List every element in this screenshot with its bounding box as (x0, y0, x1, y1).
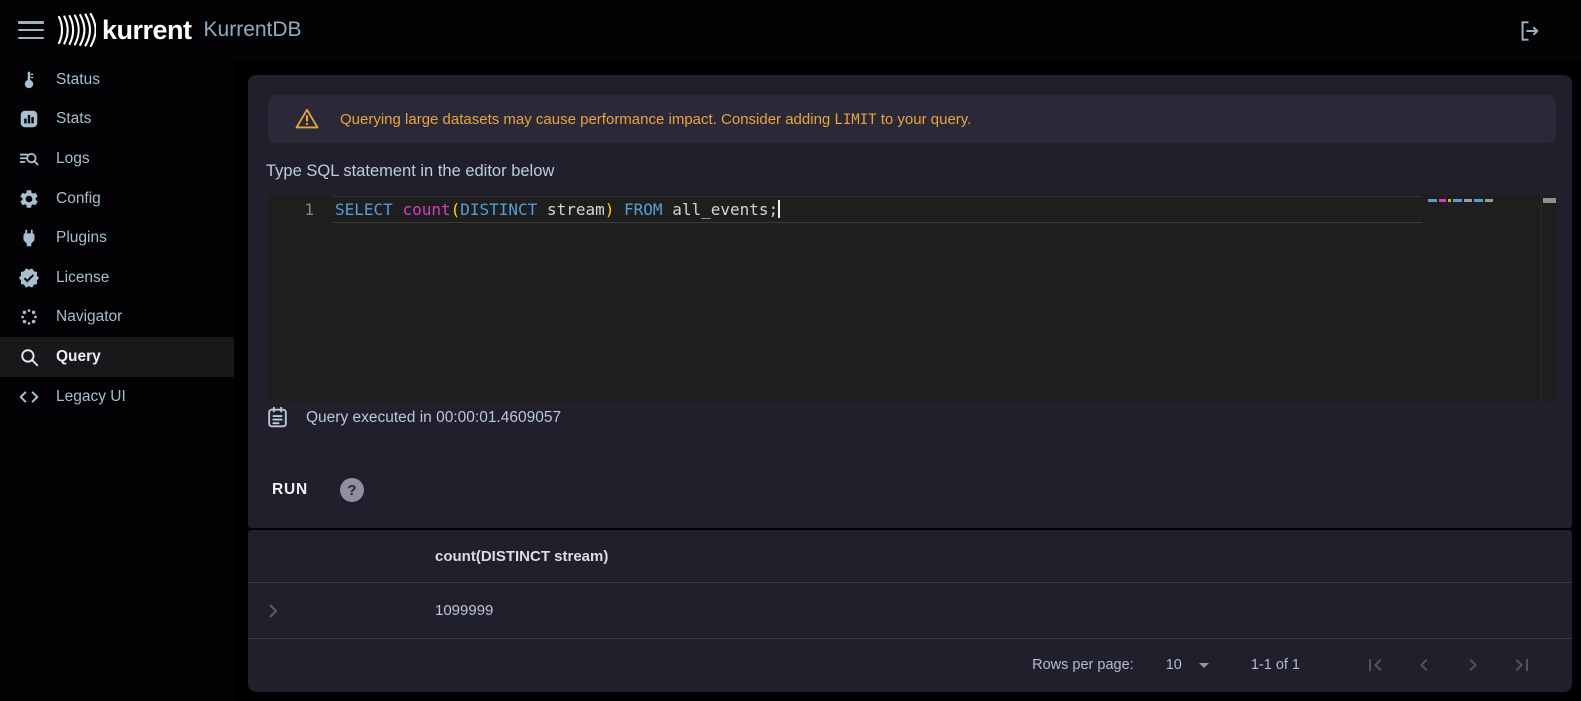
kurrent-logo: kurrent (56, 12, 192, 48)
app-title: KurrentDB (203, 18, 302, 41)
text-cursor (778, 200, 780, 218)
query-status: Query executed in 00:00:01.4609057 (265, 405, 561, 430)
sidebar-item-config[interactable]: Config (0, 179, 234, 219)
bar-chart-icon (17, 107, 41, 131)
magnifier-icon (17, 345, 41, 369)
top-bar: kurrent KurrentDB (0, 0, 1581, 60)
line-number: 1 (304, 200, 314, 219)
menu-icon[interactable] (18, 21, 44, 39)
license-badge-icon (17, 266, 41, 290)
pagination-bar: Rows per page: 10 1-1 of 1 (248, 639, 1572, 691)
sidebar-item-label: Config (56, 189, 101, 207)
help-icon[interactable]: ? (339, 478, 364, 502)
pagination-range: 1-1 of 1 (1250, 657, 1300, 673)
table-row: 1099999 (248, 583, 1572, 639)
logo-waves-icon (57, 12, 96, 48)
minimap[interactable] (1428, 199, 1493, 203)
warning-limit-keyword: LIMIT (834, 111, 877, 128)
sidebar-item-label: Legacy UI (56, 387, 126, 405)
gear-icon (17, 187, 41, 211)
rows-per-page-label: Rows per page: (1032, 657, 1134, 673)
log-search-icon (17, 147, 41, 171)
editor-scrollbar[interactable] (1541, 195, 1556, 402)
warning-text: Querying large datasets may cause perfor… (340, 110, 972, 128)
plug-icon (17, 226, 41, 250)
sidebar-item-query[interactable]: Query (0, 337, 234, 377)
sidebar-item-label: License (56, 268, 110, 286)
first-page-icon[interactable] (1363, 653, 1387, 677)
editor-hint: Type SQL statement in the editor below (266, 162, 555, 180)
last-page-icon[interactable] (1510, 653, 1534, 677)
warning-triangle-icon (295, 108, 319, 129)
cell-value: 1099999 (435, 602, 494, 619)
logout-icon[interactable] (1515, 18, 1541, 44)
sidebar-item-license[interactable]: License (0, 258, 234, 298)
scrollbar-thumb[interactable] (1543, 198, 1556, 203)
sidebar-item-label: Status (56, 70, 100, 88)
next-page-icon[interactable] (1461, 653, 1485, 677)
rows-per-page-select[interactable]: 10 (1166, 657, 1209, 673)
column-header: count(DISTINCT stream) (435, 547, 609, 565)
sidebar-item-navigator[interactable]: Navigator (0, 298, 234, 338)
run-row: RUN ? (272, 478, 364, 502)
results-table-header: count(DISTINCT stream) (248, 530, 1572, 583)
rows-per-page-value: 10 (1165, 657, 1182, 673)
navigator-dots-icon (17, 305, 41, 329)
run-button[interactable]: RUN (272, 481, 308, 499)
sql-editor[interactable]: 1 SELECT count(DISTINCT stream) FROM all… (268, 195, 1556, 402)
sidebar-item-legacy-ui[interactable]: Legacy UI (0, 377, 234, 417)
sidebar-item-label: Logs (56, 149, 90, 167)
sidebar-item-label: Stats (56, 110, 92, 128)
main-content: Querying large datasets may cause perfor… (248, 75, 1572, 692)
row-expand-chevron-icon[interactable] (261, 599, 285, 623)
results-panel: count(DISTINCT stream) 1099999 Rows per … (248, 530, 1572, 692)
sidebar: Status Stats Logs Config Plugins License… (0, 60, 234, 701)
schedule-icon (268, 406, 287, 428)
sidebar-item-label: Navigator (56, 308, 123, 326)
logo-wordmark: kurrent (102, 14, 192, 45)
sidebar-item-logs[interactable]: Logs (0, 139, 234, 179)
code-brackets-icon (17, 385, 41, 409)
query-duration-text: Query executed in 00:00:01.4609057 (306, 408, 562, 426)
chevron-down-icon (1198, 662, 1209, 668)
sidebar-item-label: Query (56, 347, 101, 365)
sql-code-line[interactable]: SELECT count(DISTINCT stream) FROM all_e… (335, 197, 780, 223)
sidebar-item-status[interactable]: Status (0, 60, 234, 100)
sidebar-item-label: Plugins (56, 229, 107, 247)
pager-buttons (1338, 653, 1534, 677)
previous-page-icon[interactable] (1412, 653, 1436, 677)
thermometer-icon (17, 68, 41, 92)
sidebar-item-stats[interactable]: Stats (0, 100, 234, 140)
sidebar-item-plugins[interactable]: Plugins (0, 218, 234, 258)
query-panel: Querying large datasets may cause perfor… (248, 75, 1572, 528)
warning-banner: Querying large datasets may cause perfor… (268, 95, 1556, 143)
